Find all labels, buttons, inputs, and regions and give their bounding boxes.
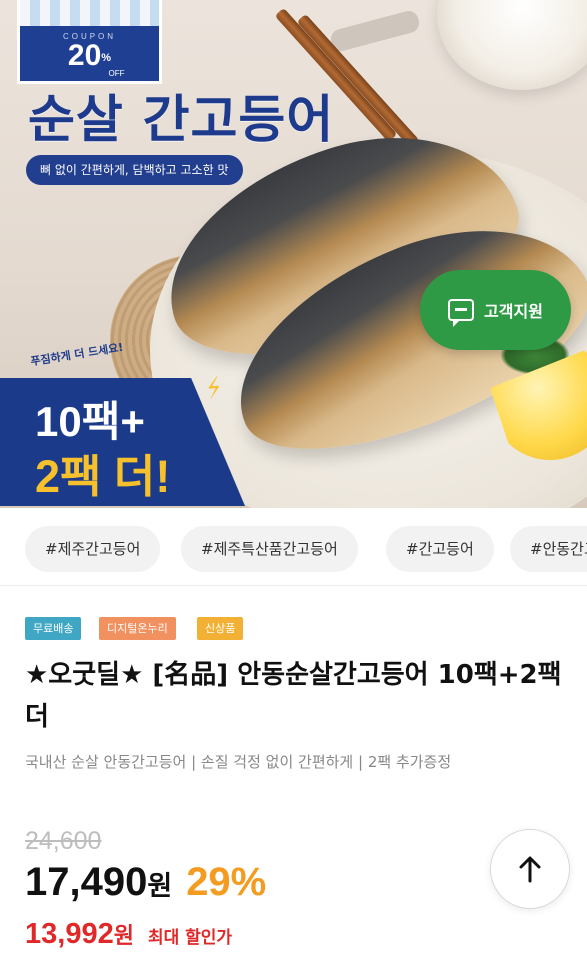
promo-line-2: 2팩 더! — [35, 451, 171, 502]
hashtag-chip[interactable]: #안동간고등어 — [510, 526, 587, 572]
hero-subtitle: 뼈 없이 간편하게, 담백하고 고소한 맛 — [26, 155, 243, 185]
product-hero-image: COUPON 20% OFF 순살 간고등어 뼈 없이 간편하게, 담백하고 고… — [0, 0, 587, 508]
free-shipping-badge: 무료배송 — [25, 617, 82, 640]
hashtag-chip[interactable]: #제주간고등어 — [25, 526, 161, 572]
price-currency: 원 — [147, 871, 173, 902]
wave-pattern — [20, 0, 159, 26]
customer-support-button[interactable]: 고객지원 — [420, 270, 571, 350]
coupon-badge: COUPON 20% OFF — [17, 0, 162, 84]
arrow-up-icon — [519, 856, 541, 883]
customer-support-label: 고객지원 — [484, 302, 543, 321]
product-description: 국내산 순살 안동간고등어 | 손질 걱정 없이 간편하게 | 2팩 추가증정 — [25, 753, 452, 771]
current-price: 17,490 — [25, 860, 148, 904]
max-sale-row: 13,992원 최대 할인가 — [25, 918, 232, 951]
chopstick-rest-graphic — [328, 8, 422, 54]
rice-bowl-graphic — [437, 0, 587, 90]
digital-onnuri-badge: 디지털온누리 — [99, 617, 176, 640]
hashtag-chip[interactable]: #제주특산품간고등어 — [181, 526, 358, 572]
new-product-badge: 신상품 — [197, 617, 244, 640]
original-price: 24,600 — [25, 827, 102, 855]
hashtag-row[interactable]: #제주간고등어 #제주특산품간고등어 #간고등어 #안동간고등어 — [0, 508, 587, 586]
hero-headline: 순살 간고등어 — [28, 91, 335, 150]
product-title: ★오굿딜★ [名品] 안동순살간고등어 10팩+2팩더 — [25, 660, 562, 732]
chat-icon — [448, 299, 475, 327]
max-sale-label: 최대 할인가 — [147, 928, 233, 948]
scroll-to-top-button[interactable] — [490, 829, 570, 909]
discount-rate: 29% — [186, 860, 267, 904]
max-sale-currency: 원 — [113, 924, 134, 949]
max-sale-price: 13,992 — [25, 918, 114, 950]
hero-script-text: 푸짐하게 더 드세요! — [29, 340, 125, 369]
price-row: 17,490원 29% — [25, 860, 266, 905]
hashtag-chip[interactable]: #간고등어 — [386, 526, 494, 572]
